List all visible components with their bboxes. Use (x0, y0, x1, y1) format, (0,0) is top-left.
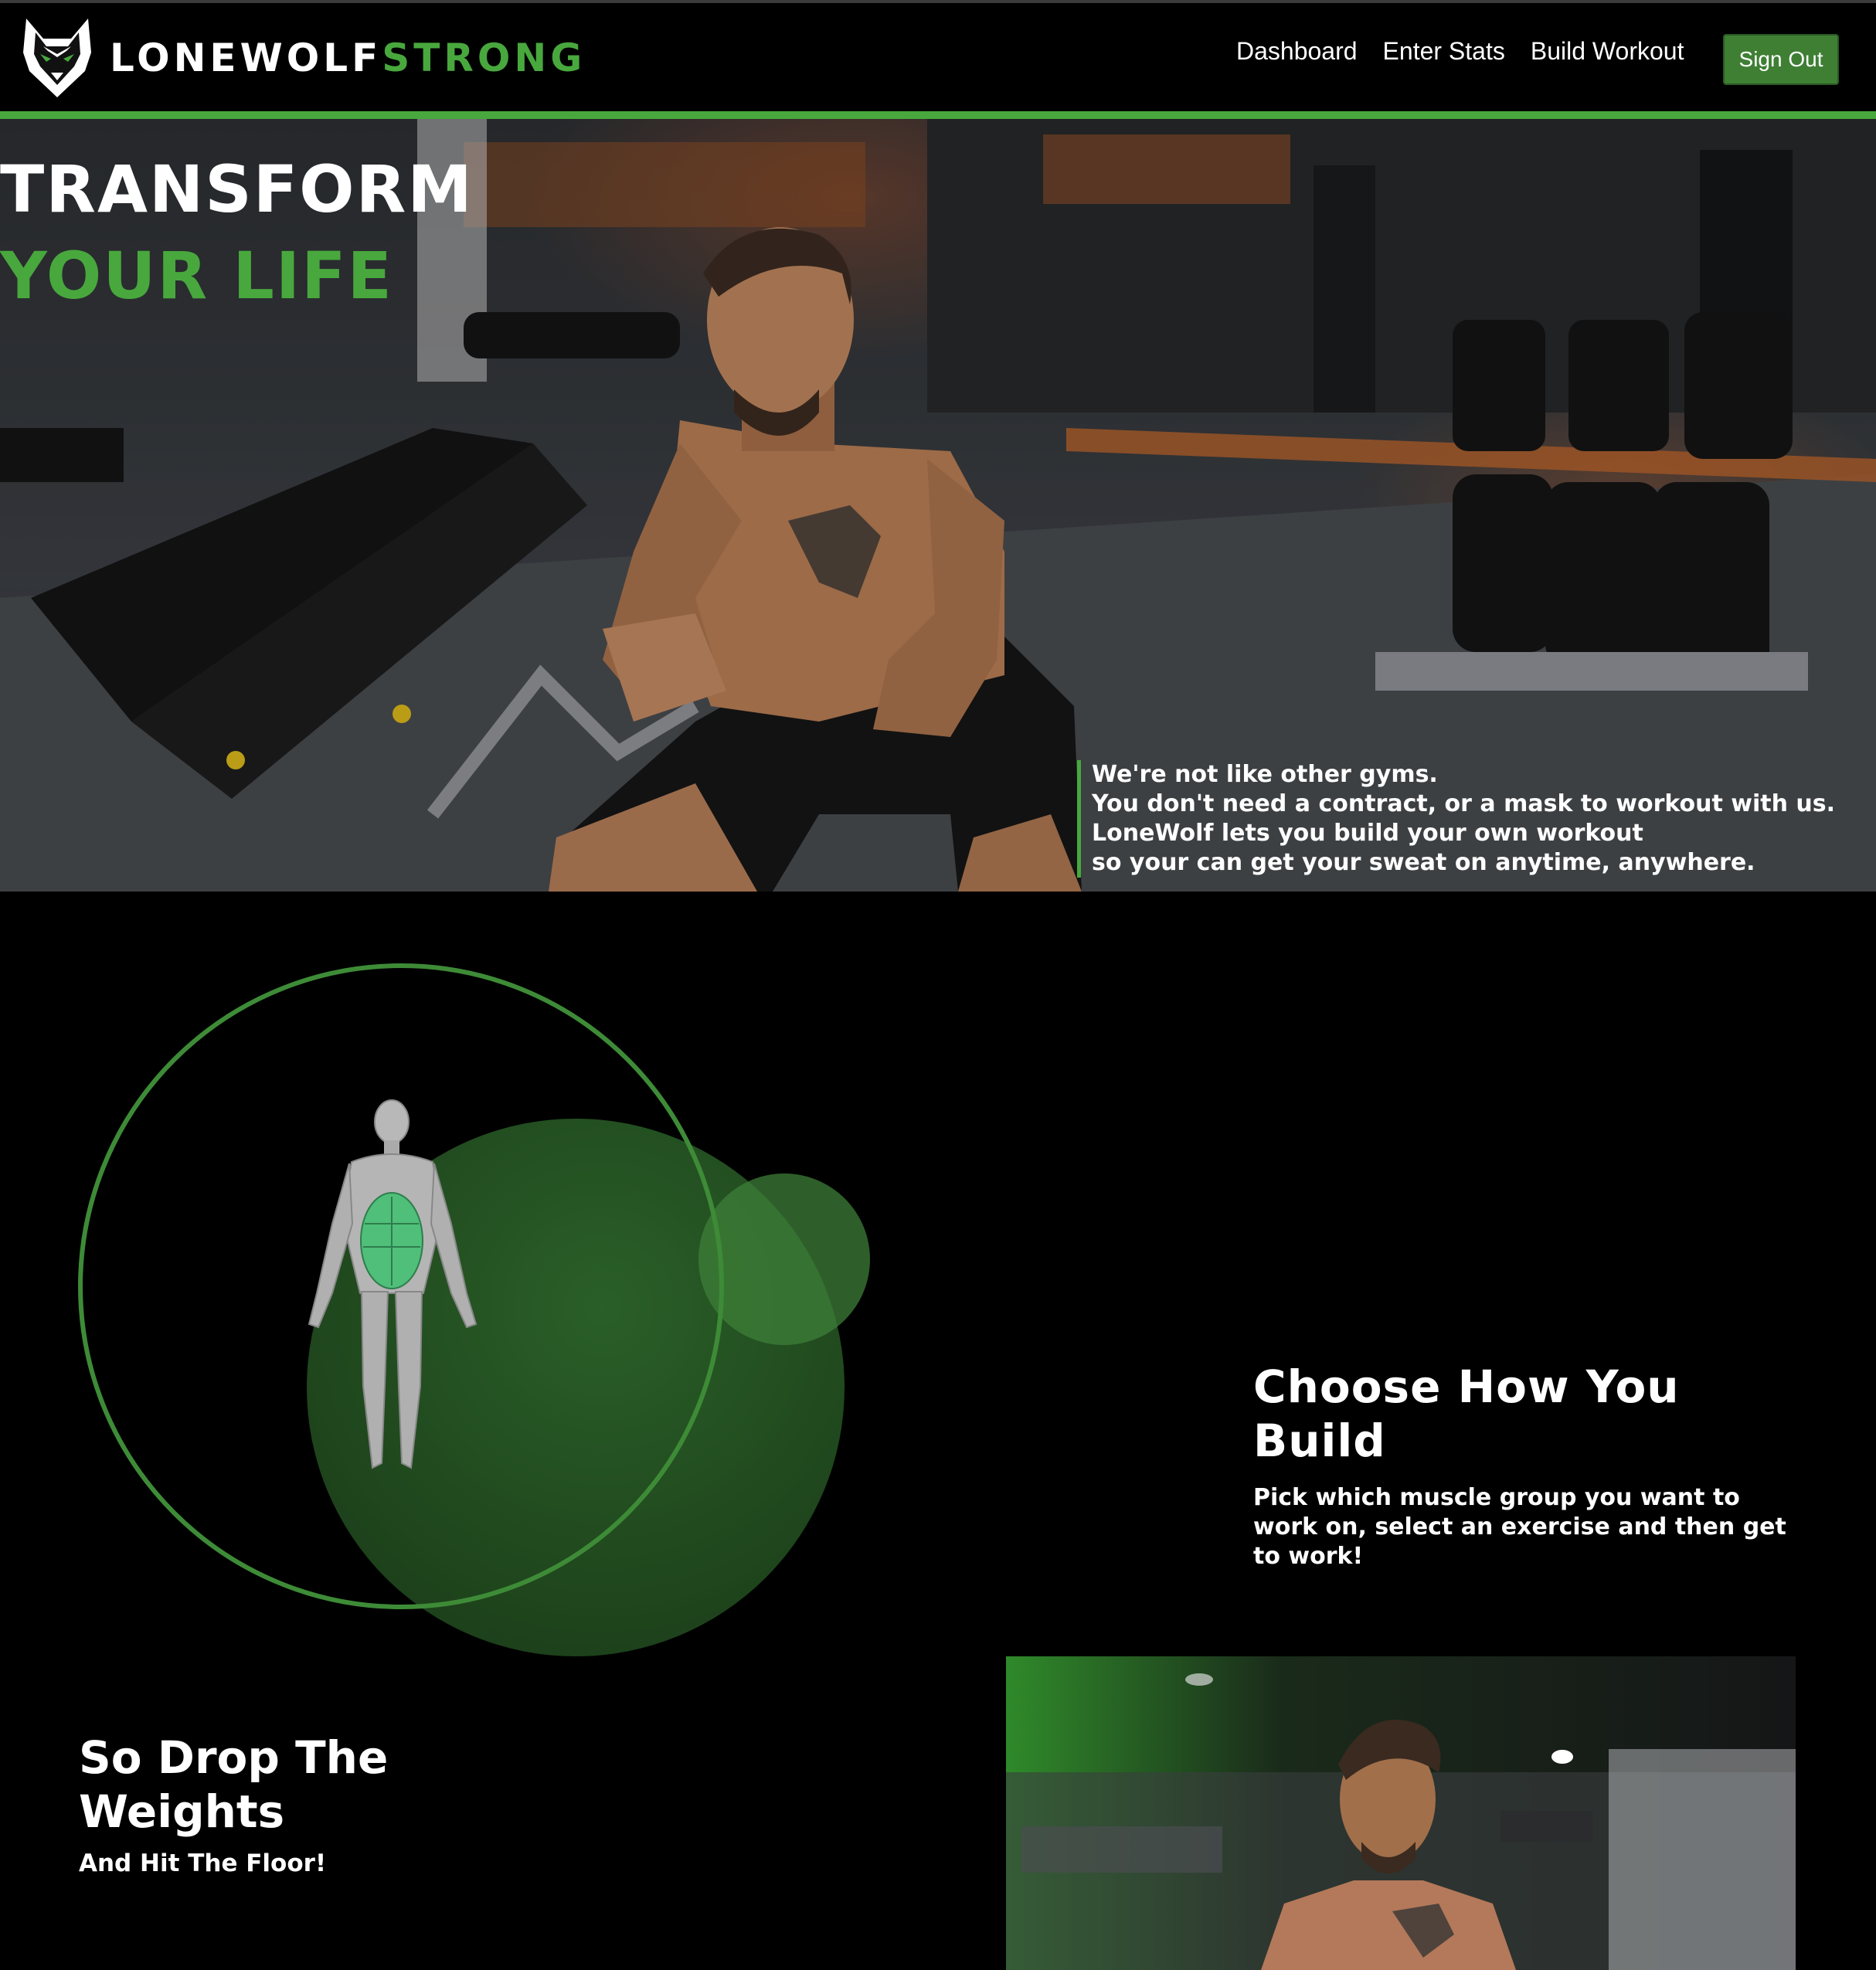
brand-name-white: LONEWOLF (110, 36, 382, 80)
hero-quote: We're not like other gyms. You don't nee… (1077, 760, 1835, 878)
hero-title-line1: TRANSFORM (0, 151, 474, 227)
portrait-photo-graphic (1006, 1656, 1796, 1970)
hero-quote-line: LoneWolf lets you build your own workout (1092, 820, 1643, 847)
nav-links: Dashboard Enter Stats Build Workout (1236, 37, 1709, 66)
hero-quote-line: so your can get your sweat on anytime, a… (1092, 849, 1755, 876)
nav-dashboard-link[interactable]: Dashboard (1236, 37, 1358, 66)
build-section: Choose How You Build Pick which muscle g… (0, 892, 1876, 1970)
navbar: LONEWOLFSTRONG Dashboard Enter Stats Bui… (0, 3, 1876, 111)
hero-title: TRANSFORM YOUR LIFE (0, 146, 474, 319)
brand-name-green: STRONG (382, 36, 586, 80)
small-filled-circle (698, 1174, 870, 1345)
decorative-circles (78, 963, 870, 1656)
choose-title: Choose How You Build (1253, 1360, 1680, 1467)
choose-how-block: Choose How You Build Pick which muscle g… (1253, 1360, 1810, 1571)
choose-text: Pick which muscle group you want to work… (1253, 1484, 1786, 1570)
nav-build-workout-link[interactable]: Build Workout (1531, 37, 1684, 66)
hero-quote-line: We're not like other gyms. (1092, 761, 1438, 788)
drop-weights-block: So Drop The Weights And Hit The Floor! (79, 1731, 511, 1877)
brand-logo-link[interactable]: LONEWOLFSTRONG (20, 15, 586, 100)
nav-enter-stats-link[interactable]: Enter Stats (1383, 37, 1505, 66)
drop-subtitle: And Hit The Floor! (79, 1849, 327, 1877)
sign-out-button[interactable]: Sign Out (1723, 34, 1839, 85)
hero-title-line2: YOUR LIFE (0, 238, 393, 314)
man-portrait-in-gym-photo (1006, 1656, 1796, 1970)
drop-title: So Drop The Weights (79, 1731, 389, 1838)
hero-quote-line: You don't need a contract, or a mask to … (1092, 790, 1836, 817)
wolf-head-icon (23, 19, 91, 97)
navbar-accent-divider (0, 111, 1876, 119)
brand-wordmark: LONEWOLFSTRONG (110, 36, 586, 80)
hero-section: TRANSFORM YOUR LIFE We're not like other… (0, 119, 1876, 892)
